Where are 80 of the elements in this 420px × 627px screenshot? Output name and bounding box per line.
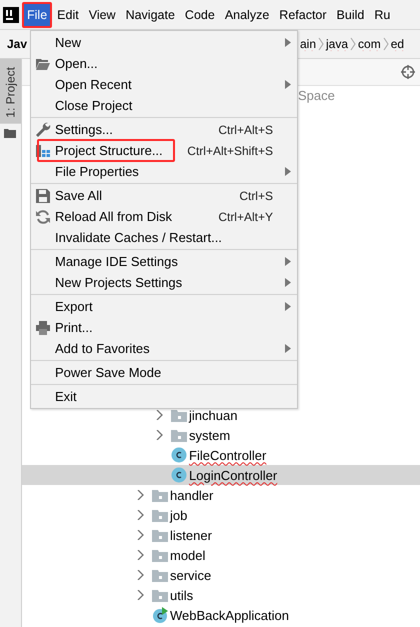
chevron-icon [382, 37, 389, 51]
folder-icon [152, 488, 168, 502]
menu-bar-item[interactable]: Ru [369, 2, 396, 28]
crosshair-icon [401, 65, 415, 79]
menu-bar-item[interactable]: Refactor [274, 2, 332, 28]
shortcut-text: Ctrl+Alt+Shift+S [187, 144, 273, 158]
tree-row[interactable]: utils [22, 585, 420, 605]
class-icon [171, 467, 187, 483]
menu-item[interactable]: Open Recent [31, 74, 297, 95]
menu-item[interactable]: File Properties [31, 161, 297, 182]
breadcrumb[interactable]: ed [390, 37, 404, 51]
menu-bar-item[interactable]: Edit [52, 2, 84, 28]
menu-item[interactable]: Settings... Ctrl+Alt+S [31, 119, 297, 140]
path-text: Space [298, 88, 335, 103]
menu-item[interactable]: Export [31, 296, 297, 317]
folder-icon [152, 528, 168, 542]
tree-item-label: FileController [189, 448, 266, 462]
printer-icon [35, 320, 51, 336]
folder-icon [152, 508, 168, 522]
tree-item-label: model [170, 548, 206, 562]
chevron-icon [350, 37, 356, 51]
tree-row[interactable]: jinchuan [22, 405, 420, 425]
folder-icon [152, 568, 168, 582]
breadcrumb[interactable]: ain [300, 37, 316, 51]
tree-item-label: handler [170, 488, 214, 502]
menu-item[interactable]: Print... [31, 317, 297, 338]
folder-icon [152, 548, 168, 562]
tree-row[interactable]: listener [22, 525, 420, 545]
menu-bar-item[interactable]: Code [180, 2, 220, 28]
reload-icon [35, 208, 51, 224]
tree-item-label: jinchuan [189, 408, 238, 422]
folder-icon [4, 128, 16, 138]
tree-item-label: service [170, 568, 212, 582]
tree-row[interactable]: system [22, 425, 420, 445]
wrench-icon [35, 122, 51, 138]
project-tool-tab[interactable]: 1: Project [0, 59, 21, 124]
menu-item[interactable]: Reload All from Disk Ctrl+Alt+Y [31, 206, 297, 227]
menu-item[interactable]: Invalidate Caches / Restart... [31, 227, 297, 248]
tree-item-label: job [170, 508, 188, 522]
tree-item-label: utils [170, 588, 194, 602]
tree-row[interactable]: model [22, 545, 420, 565]
folder-icon [171, 408, 187, 422]
tree-row[interactable]: WebBackApplication [22, 605, 420, 625]
tree-item-label: system [189, 428, 230, 442]
shortcut-text: Ctrl+S [239, 188, 273, 202]
menu-item[interactable]: Project Structure... Ctrl+Alt+Shift+S [31, 140, 297, 161]
tree-row[interactable]: service [22, 565, 420, 585]
class-run-icon [152, 607, 168, 623]
tree-row[interactable]: handler [22, 485, 420, 505]
menu-item[interactable]: Manage IDE Settings [31, 251, 297, 272]
menu-bar-item[interactable]: Navigate [120, 2, 180, 28]
chevron-icon [318, 37, 324, 51]
menu-bar-item[interactable]: Analyze [220, 2, 274, 28]
menu-item[interactable]: Close Project [31, 95, 297, 116]
tree-item-label: listener [170, 528, 212, 542]
app-logo-icon [3, 6, 19, 22]
grid-icon [35, 142, 51, 158]
menu-item[interactable]: New [31, 32, 297, 53]
menu-item[interactable]: Save All Ctrl+S [31, 185, 297, 206]
breadcrumb[interactable]: com [358, 37, 381, 51]
tree-item-label: LoginController [189, 468, 278, 482]
menu-bar-item[interactable]: View [84, 2, 121, 28]
selected-tree-row[interactable]: LoginController [22, 465, 420, 485]
breadcrumb[interactable]: java [326, 37, 348, 51]
save-icon [35, 188, 51, 204]
folder-icon [152, 588, 168, 602]
menu-bar-item[interactable]: Build [332, 2, 370, 28]
tree-row[interactable]: FileController [22, 445, 420, 465]
folder-icon [171, 428, 187, 442]
menu-bar-item[interactable]: File [22, 2, 52, 28]
tree-item-label: WebBackApplication [170, 608, 289, 622]
menu-item[interactable]: Open... [31, 53, 297, 74]
shortcut-text: Ctrl+Alt+S [218, 122, 273, 136]
menu-item[interactable]: Add to Favorites [31, 338, 297, 359]
tree-row[interactable]: job [22, 505, 420, 525]
class-icon [171, 447, 187, 463]
menu-item[interactable]: Power Save Mode [31, 362, 297, 383]
menu-item[interactable]: New Projects Settings [31, 272, 297, 293]
shortcut-text: Ctrl+Alt+Y [218, 210, 273, 224]
menu-item[interactable]: Exit [31, 386, 297, 407]
